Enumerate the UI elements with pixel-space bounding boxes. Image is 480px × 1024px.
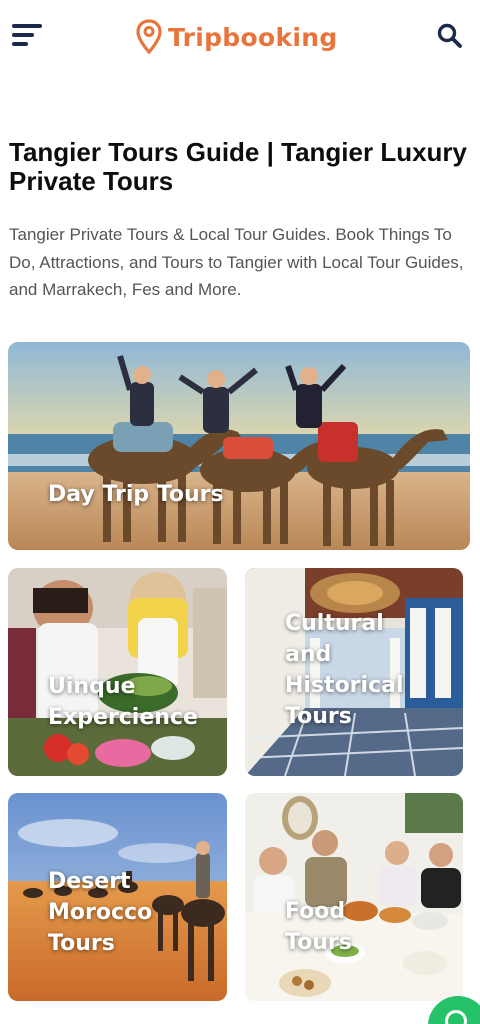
category-card-day-trip-tours[interactable]: Day Trip Tours [8, 342, 470, 550]
category-label: Food Tours [285, 899, 352, 955]
hamburger-menu-icon[interactable] [12, 22, 46, 50]
category-card-cultural-historical-tours[interactable]: Cultural and Historical Tours [245, 568, 463, 776]
page-description: Tangier Private Tours & Local Tour Guide… [9, 225, 464, 299]
search-icon[interactable] [436, 22, 464, 50]
category-label: Uinque Expercience [48, 674, 198, 730]
site-header: Tripbooking [0, 0, 480, 72]
category-card-food-tours[interactable]: Food Tours [245, 793, 463, 1001]
category-label: Cultural and Historical Tours [285, 611, 404, 729]
camel-beach-photo [8, 342, 470, 550]
category-label: Day Trip Tours [48, 482, 224, 507]
page-title: Tangier Tours Guide | Tangier Luxury Pri… [9, 137, 467, 196]
category-card-unique-experience[interactable]: Uinque Expercience [8, 568, 227, 776]
category-label: Desert Morocco Tours [48, 869, 153, 956]
map-pin-logo-icon [136, 19, 162, 55]
category-card-desert-morocco-tours[interactable]: Desert Morocco Tours [8, 793, 227, 1001]
brand-name: Tripbooking [168, 22, 338, 52]
brand-logo[interactable]: Tripbooking [136, 17, 338, 57]
